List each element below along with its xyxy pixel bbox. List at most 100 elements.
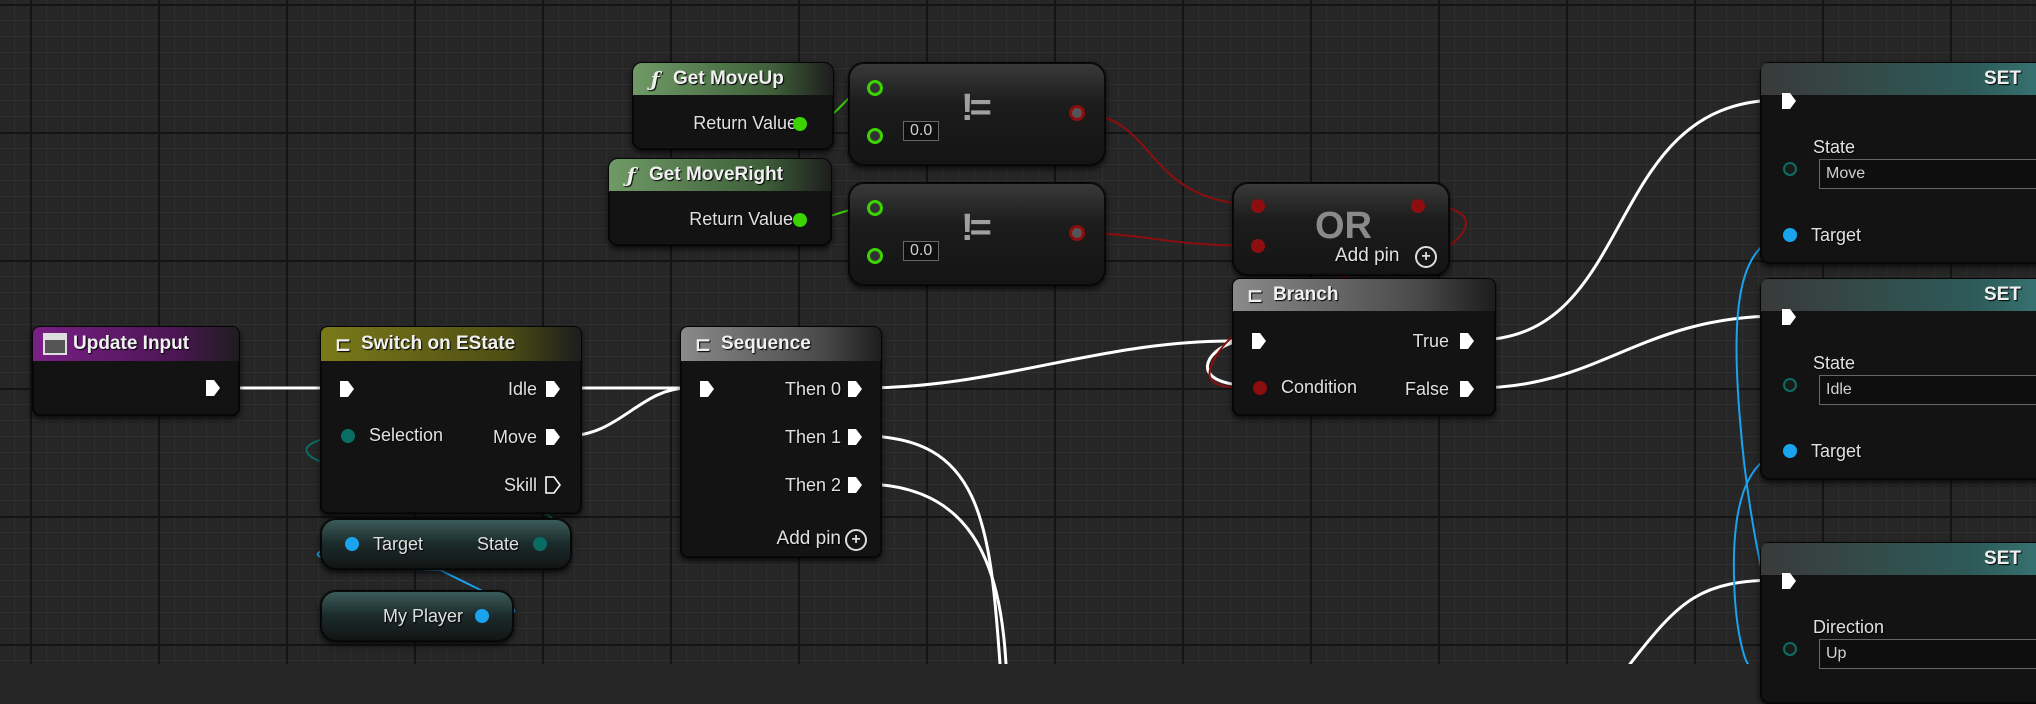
sequence-icon: ⊏: [694, 333, 712, 356]
node-title: Update Input: [73, 333, 190, 354]
exec-out-pin[interactable]: [205, 379, 221, 397]
target-pin[interactable]: [345, 537, 359, 551]
exec-wire: [860, 339, 1238, 390]
add-pin-icon[interactable]: +: [845, 529, 867, 551]
get-moveright-node[interactable]: ƒ Get MoveRight Return Value: [608, 158, 832, 246]
state-label: State: [476, 534, 519, 554]
node-title: SET: [1984, 68, 2021, 89]
not-equal-symbol: !=: [961, 87, 992, 129]
field-label: State: [1813, 353, 1856, 373]
exec-in-pin[interactable]: [1781, 572, 1797, 590]
exec-wire: [1628, 578, 1782, 664]
direction-in-pin[interactable]: [1783, 642, 1797, 656]
node-title: Sequence: [721, 333, 811, 354]
or-title: OR: [1315, 205, 1372, 247]
value-input[interactable]: 0.0: [903, 121, 940, 141]
exec-out-pin-skill[interactable]: [545, 476, 561, 494]
switch-icon: ⊏: [334, 333, 352, 356]
bool-out-pin[interactable]: [1411, 199, 1425, 213]
input-a-pin[interactable]: [1251, 199, 1265, 213]
exec-out-pin-true[interactable]: [1459, 332, 1475, 350]
branch-icon: ⊏: [1246, 284, 1264, 307]
value-input[interactable]: 0.0: [903, 241, 940, 261]
input-b-pin[interactable]: [867, 248, 883, 264]
state-out-pin[interactable]: [533, 537, 547, 551]
exec-wire: [860, 482, 1008, 664]
update-input-node[interactable]: Update Input: [32, 326, 240, 416]
selection-pin[interactable]: [341, 429, 355, 443]
my-player-label: My Player: [382, 606, 463, 626]
or-node[interactable]: OR Add pin +: [1232, 182, 1450, 276]
condition-pin[interactable]: [1253, 381, 1267, 395]
not-equal-symbol: !=: [961, 207, 992, 249]
input-b-pin[interactable]: [867, 128, 883, 144]
set-state-node-1[interactable]: SET State Move Target: [1760, 62, 2036, 264]
add-pin-label[interactable]: Add pin: [777, 528, 841, 550]
target-label: Target: [1811, 225, 1862, 245]
my-player-node[interactable]: My Player: [320, 590, 514, 642]
then-1-label: Then 1: [784, 427, 841, 447]
exec-in-pin[interactable]: [339, 380, 355, 398]
state-dropdown[interactable]: Move: [1819, 159, 2036, 189]
return-value-label: Return Value: [693, 113, 797, 133]
state-dropdown[interactable]: Idle: [1819, 375, 2036, 405]
get-moveup-node[interactable]: ƒ Get MoveUp Return Value: [632, 62, 834, 150]
branch-node[interactable]: ⊏ Branch Condition True False: [1232, 278, 1496, 416]
bool-out-pin[interactable]: [1069, 105, 1085, 121]
exec-out-pin-move[interactable]: [545, 428, 561, 446]
idle-label: Idle: [507, 379, 537, 399]
input-a-pin[interactable]: [867, 200, 883, 216]
exec-out-pin-then-0[interactable]: [847, 380, 863, 398]
target-label: Target: [1811, 441, 1862, 461]
exec-out-pin-idle[interactable]: [545, 380, 561, 398]
function-icon: ƒ: [626, 163, 636, 187]
sequence-node[interactable]: ⊏ Sequence Then 0 Then 1 Then 2 Add pin …: [680, 326, 882, 558]
exec-out-pin-false[interactable]: [1459, 380, 1475, 398]
exec-out-pin-then-2[interactable]: [847, 476, 863, 494]
skill-label: Skill: [503, 475, 537, 495]
exec-in-pin[interactable]: [1781, 308, 1797, 326]
node-title: Switch on EState: [361, 333, 516, 354]
exec-wire: [1474, 314, 1782, 390]
switch-on-estate-node[interactable]: ⊏ Switch on EState Selection Idle Move S…: [320, 326, 582, 514]
set-state-node-2[interactable]: SET State Idle Target: [1760, 278, 2036, 480]
node-title: Branch: [1273, 284, 1339, 305]
get-state-node[interactable]: Target State: [320, 518, 572, 570]
target-pin[interactable]: [1783, 228, 1797, 242]
state-in-pin[interactable]: [1783, 378, 1797, 392]
input-b-pin[interactable]: [1251, 239, 1265, 253]
selection-label: Selection: [369, 425, 444, 445]
exec-wire: [1474, 98, 1782, 342]
exec-in-pin[interactable]: [1781, 92, 1797, 110]
node-title: SET: [1984, 284, 2021, 305]
state-in-pin[interactable]: [1783, 162, 1797, 176]
then-2-label: Then 2: [784, 475, 841, 495]
target-label: Target: [373, 534, 424, 554]
node-title: Get MoveUp: [673, 68, 784, 89]
exec-wire: [860, 434, 1002, 664]
return-value-pin[interactable]: [793, 117, 807, 131]
not-equal-node-2[interactable]: 0.0 !=: [848, 182, 1106, 286]
exec-in-pin[interactable]: [1251, 332, 1267, 350]
add-pin-label[interactable]: Add pin: [1335, 245, 1399, 267]
return-value-pin[interactable]: [793, 213, 807, 227]
add-pin-icon[interactable]: +: [1415, 246, 1437, 268]
not-equal-node-1[interactable]: 0.0 !=: [848, 62, 1106, 166]
false-label: False: [1404, 379, 1449, 399]
node-title: SET: [1984, 548, 2021, 569]
target-pin[interactable]: [1783, 444, 1797, 458]
exec-wire: [564, 386, 690, 438]
function-icon: ƒ: [650, 67, 660, 91]
exec-out-pin-then-1[interactable]: [847, 428, 863, 446]
my-player-out-pin[interactable]: [475, 609, 489, 623]
return-value-label: Return Value: [689, 209, 793, 229]
direction-dropdown[interactable]: Up: [1819, 639, 2036, 669]
exec-in-pin[interactable]: [699, 380, 715, 398]
set-direction-node[interactable]: SET Direction Up: [1760, 542, 2036, 704]
then-0-label: Then 0: [784, 379, 841, 399]
field-label: Direction: [1813, 617, 1885, 637]
input-a-pin[interactable]: [867, 80, 883, 96]
true-label: True: [1412, 331, 1449, 351]
move-label: Move: [492, 427, 537, 447]
bool-out-pin[interactable]: [1069, 225, 1085, 241]
